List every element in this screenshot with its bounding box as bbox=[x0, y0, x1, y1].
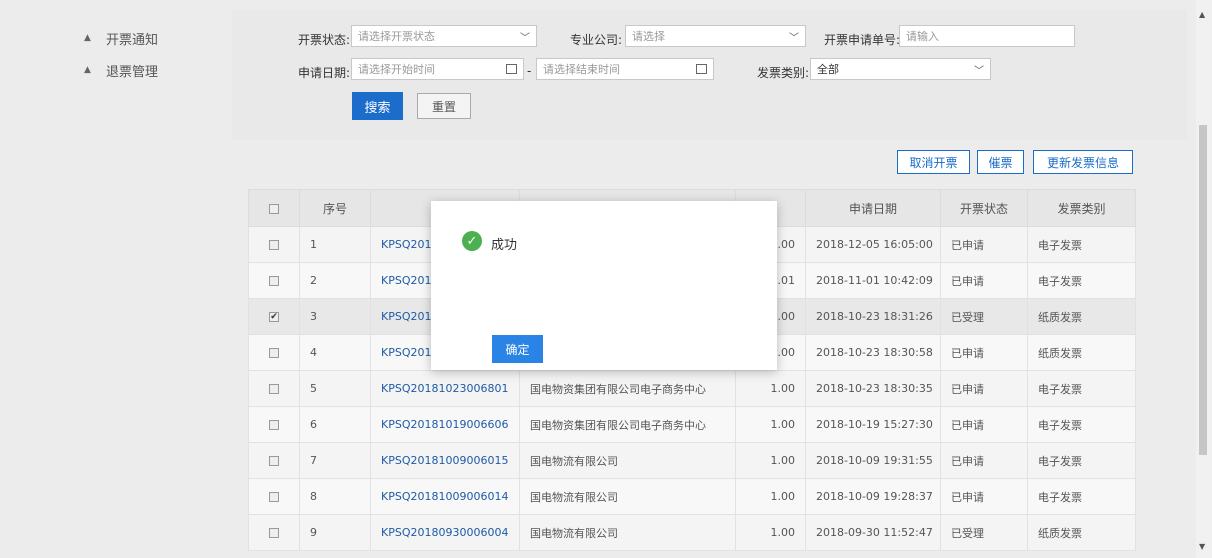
check-circle-icon: ✓ bbox=[462, 231, 482, 251]
dialog-message: 成功 bbox=[491, 238, 518, 253]
confirm-button[interactable]: 确定 bbox=[492, 335, 543, 363]
success-dialog: ✓ 成功 确定 bbox=[431, 201, 777, 370]
